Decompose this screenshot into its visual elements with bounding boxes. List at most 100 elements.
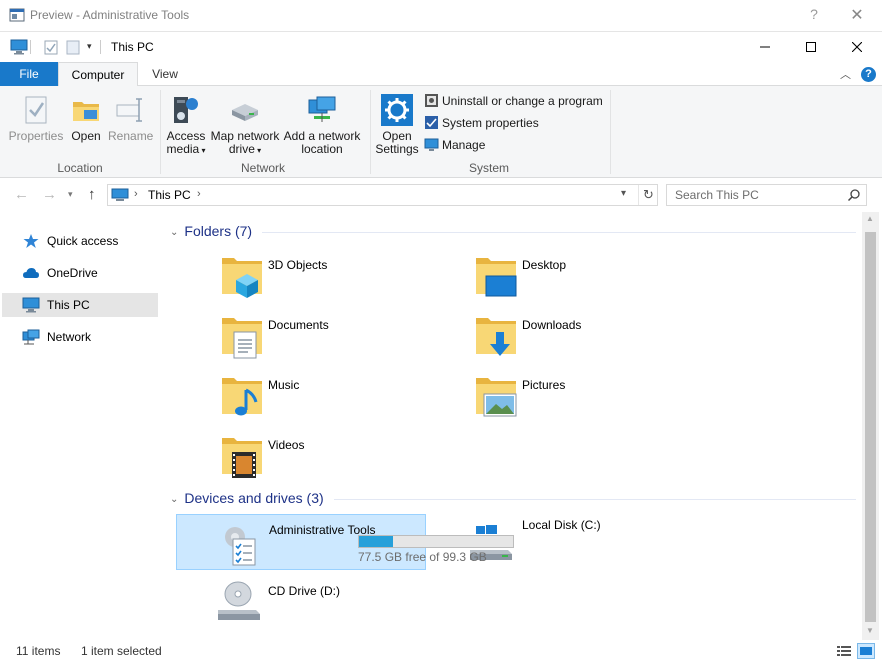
close-icon bbox=[852, 42, 862, 52]
folder-music[interactable]: Music bbox=[176, 370, 426, 426]
folder-name: Music bbox=[268, 378, 300, 392]
recent-locations-icon[interactable]: ▾ bbox=[68, 189, 73, 200]
minimize-button[interactable] bbox=[742, 32, 788, 62]
device-name: Local Disk (C:) bbox=[522, 518, 601, 532]
breadcrumb-this-pc[interactable]: This PC bbox=[148, 188, 191, 202]
folder-3d-objects[interactable]: 3D Objects bbox=[176, 250, 426, 306]
folder-videos[interactable]: Videos bbox=[176, 430, 426, 486]
devices-heading-text: Devices and drives (3) bbox=[184, 490, 324, 506]
ribbon: Properties Open Rename Location Access m… bbox=[0, 86, 882, 178]
nav-item-network[interactable]: Network bbox=[2, 325, 158, 349]
uninstall-icon bbox=[425, 94, 438, 108]
nav-label: Network bbox=[47, 330, 92, 344]
rename-button[interactable]: Rename bbox=[108, 94, 153, 143]
nav-label: OneDrive bbox=[47, 266, 98, 280]
vertical-scrollbar[interactable]: ▲ ▼ bbox=[862, 212, 879, 640]
properties-icon bbox=[25, 96, 47, 124]
window-title: This PC bbox=[111, 40, 154, 54]
open-button[interactable]: Open bbox=[68, 94, 104, 143]
folder-desktop[interactable]: Desktop bbox=[430, 250, 680, 306]
network-icon bbox=[22, 329, 40, 345]
explorer-title-bar: ▾ This PC bbox=[0, 32, 882, 62]
open-settings-button[interactable]: Open Settings bbox=[374, 94, 420, 156]
local-disk-usage-bar bbox=[358, 535, 514, 548]
map-network-drive-button[interactable]: Map network drive ▾ bbox=[208, 94, 282, 157]
tiles-view-icon[interactable] bbox=[857, 643, 875, 659]
minimize-icon bbox=[760, 46, 770, 48]
computer-icon bbox=[22, 297, 40, 313]
forward-arrow-icon[interactable]: → bbox=[42, 186, 57, 203]
cd-drive-icon bbox=[218, 581, 260, 620]
breadcrumb-separator[interactable]: › bbox=[134, 188, 138, 200]
system-properties-icon bbox=[425, 116, 438, 130]
folder-downloads[interactable]: Downloads bbox=[430, 310, 680, 366]
rename-icon bbox=[116, 98, 142, 122]
nav-label: Quick access bbox=[47, 234, 119, 248]
search-box[interactable]: Search This PC bbox=[666, 184, 867, 206]
search-placeholder: Search This PC bbox=[675, 188, 759, 202]
folder-documents[interactable]: Documents bbox=[176, 310, 426, 366]
details-view-icon[interactable] bbox=[835, 643, 853, 659]
nav-label: This PC bbox=[47, 298, 90, 312]
admin-tools-app-icon bbox=[9, 8, 25, 22]
devices-group-heading[interactable]: ⌄ Devices and drives (3) bbox=[170, 490, 324, 506]
ribbon-divider bbox=[160, 90, 161, 174]
access-media-dropdown-icon: ▾ bbox=[199, 146, 206, 155]
folder-name: 3D Objects bbox=[268, 258, 328, 272]
collapse-ribbon-icon[interactable]: ︿ bbox=[840, 66, 851, 82]
add-network-location-button[interactable]: Add a network location bbox=[282, 94, 362, 156]
computer-icon bbox=[10, 39, 28, 55]
folder-name: Pictures bbox=[522, 378, 566, 392]
scrollbar-thumb[interactable] bbox=[865, 232, 876, 622]
preview-help-button[interactable]: ? bbox=[806, 6, 822, 22]
up-arrow-icon[interactable]: ↑ bbox=[88, 186, 96, 203]
scroll-down-icon[interactable]: ▼ bbox=[866, 626, 874, 635]
local-disk-usage-fill bbox=[359, 536, 393, 547]
tab-file[interactable]: File bbox=[0, 62, 58, 86]
manage-button[interactable]: Manage bbox=[424, 136, 485, 154]
tab-computer[interactable]: Computer bbox=[58, 62, 138, 87]
system-properties-button[interactable]: System properties bbox=[424, 114, 539, 132]
folder-open-icon bbox=[73, 102, 99, 121]
ribbon-tabs: File Computer View ︿ ? bbox=[0, 62, 882, 87]
folder-name: Downloads bbox=[522, 318, 582, 332]
refresh-icon[interactable]: ↻ bbox=[638, 185, 658, 205]
star-icon bbox=[23, 234, 39, 248]
access-media-button[interactable]: Access media ▾ bbox=[164, 94, 208, 157]
breadcrumb-separator[interactable]: › bbox=[197, 188, 201, 200]
back-arrow-icon[interactable]: ← bbox=[14, 186, 29, 203]
device-cd-drive-d[interactable]: CD Drive (D:) bbox=[176, 576, 426, 632]
gear-icon bbox=[381, 94, 413, 126]
open-settings-label-line2: Settings bbox=[375, 142, 419, 156]
nav-item-onedrive[interactable]: OneDrive bbox=[2, 261, 158, 285]
help-icon[interactable]: ? bbox=[861, 67, 876, 82]
folders-group-heading[interactable]: ⌄ Folders (7) bbox=[170, 223, 252, 239]
folder-pictures[interactable]: Pictures bbox=[430, 370, 680, 426]
properties-quick-icon[interactable] bbox=[44, 40, 58, 55]
search-icon bbox=[847, 189, 860, 202]
ribbon-divider bbox=[610, 90, 611, 174]
admin-tools-icon bbox=[225, 527, 256, 566]
maximize-button[interactable] bbox=[788, 32, 834, 62]
folder-name: Documents bbox=[268, 318, 329, 332]
properties-button[interactable]: Properties bbox=[8, 94, 64, 143]
nav-item-this-pc[interactable]: This PC bbox=[2, 293, 158, 317]
desktop-folder-icon bbox=[476, 258, 517, 297]
item-count: 11 items bbox=[16, 644, 61, 658]
scroll-up-icon[interactable]: ▲ bbox=[866, 214, 874, 223]
close-button[interactable] bbox=[834, 32, 880, 62]
documents-folder-icon bbox=[222, 318, 262, 359]
nav-item-quick-access[interactable]: Quick access bbox=[2, 229, 158, 253]
uninstall-program-button[interactable]: Uninstall or change a program bbox=[424, 92, 603, 110]
status-bar: 11 items 1 item selected bbox=[0, 640, 882, 664]
folder-name: Desktop bbox=[522, 258, 567, 272]
access-media-label-line2: media bbox=[166, 142, 200, 156]
network-location-icon bbox=[308, 96, 336, 122]
new-folder-quick-icon[interactable] bbox=[66, 40, 80, 55]
group-divider bbox=[262, 232, 856, 233]
address-dropdown-icon[interactable]: ▾ bbox=[621, 188, 626, 199]
address-bar[interactable]: › This PC › ▾ ↻ bbox=[107, 184, 658, 206]
tab-view[interactable]: View bbox=[139, 62, 191, 86]
preview-close-button[interactable]: ✕ bbox=[848, 5, 866, 25]
customize-quick-access-icon[interactable]: ▾ bbox=[87, 41, 92, 52]
